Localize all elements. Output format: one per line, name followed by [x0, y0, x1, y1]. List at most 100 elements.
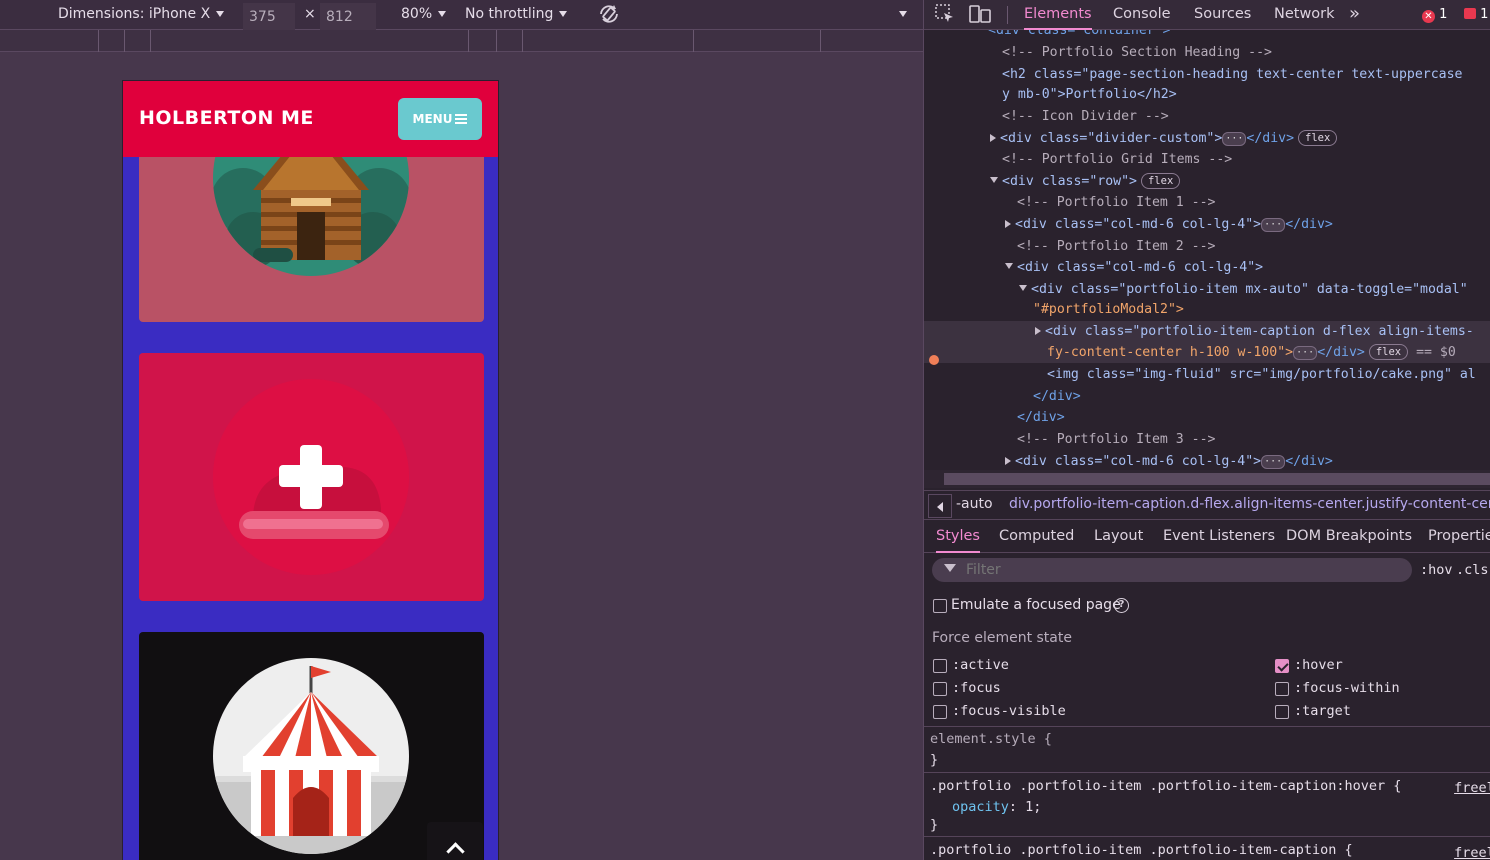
flex-badge[interactable]: flex	[1140, 173, 1181, 189]
ellipsis-icon[interactable]: ···	[1261, 455, 1286, 469]
tab-elements[interactable]: Elements	[1024, 0, 1092, 30]
rule-close: }	[930, 752, 939, 768]
dom-node[interactable]: <div class="col-md-6 col-lg-4"> ··· </div>	[924, 451, 1490, 470]
dom-node-selected[interactable]: <div class="portfolio-item-caption d-fle…	[924, 321, 1490, 342]
dom-comment[interactable]: <!-- Icon Divider -->	[924, 106, 1490, 127]
hov-toggle-button[interactable]: :hov	[1420, 562, 1453, 578]
css-property-name[interactable]: opacity	[952, 799, 1009, 815]
devtools-panel: Elements Console Sources Network » ✕ 1 1…	[923, 0, 1490, 860]
device-emulation-pane: Dimensions: iPhone X 375 × 812 80% No th…	[0, 0, 923, 860]
collapse-triangle-icon[interactable]	[1019, 285, 1027, 291]
breadcrumb-scroll-left-icon[interactable]	[928, 494, 952, 518]
dom-horizontal-scrollbar[interactable]	[924, 470, 1490, 488]
breakpoint-dot-icon[interactable]	[929, 355, 939, 365]
ellipsis-icon[interactable]: ···	[1261, 218, 1286, 232]
flex-badge[interactable]: flex	[1298, 130, 1338, 146]
dom-node[interactable]: </div>	[924, 407, 1490, 428]
dom-node[interactable]: <img class="img-fluid" src="img/portfoli…	[924, 364, 1490, 385]
cake-image	[213, 379, 409, 575]
rule-source-link[interactable]: freelan	[1454, 780, 1490, 796]
dom-comment[interactable]: <!-- Portfolio Item 1 -->	[924, 192, 1490, 213]
expand-triangle-icon[interactable]	[1035, 327, 1041, 335]
dom-comment[interactable]: <!-- Portfolio Grid Items -->	[924, 149, 1490, 170]
rule-close: }	[930, 817, 939, 833]
help-icon[interactable]: ?	[1114, 598, 1129, 613]
dom-node-selected[interactable]: fy-content-center h-100 w-100"> ··· </div>…	[924, 342, 1490, 363]
tab-styles[interactable]: Styles	[936, 521, 980, 553]
dom-node[interactable]: <div class="col-md-6 col-lg-4"> ··· </div>	[924, 214, 1490, 235]
media-query-ruler[interactable]	[0, 30, 923, 52]
portfolio-item-cake[interactable]	[139, 353, 484, 601]
zoom-label: 80%	[401, 6, 433, 22]
css-rule-element-style[interactable]: element.style { }	[924, 726, 1490, 772]
throttling-select[interactable]: No throttling	[465, 0, 568, 30]
tab-event-listeners[interactable]: Event Listeners	[1163, 521, 1275, 553]
device-viewport: HOLBERTON ME MENU	[122, 80, 499, 860]
dom-comment[interactable]: <!-- Portfolio Item 3 -->	[924, 429, 1490, 450]
dom-tree[interactable]: <div class="container"> <!-- Portfolio S…	[924, 30, 1490, 470]
error-icon: ✕	[1422, 10, 1435, 23]
zoom-select[interactable]: 80%	[401, 0, 447, 30]
state-target-checkbox[interactable]	[1275, 705, 1289, 719]
styles-filter-input[interactable]	[932, 558, 1412, 582]
dom-node[interactable]: <div class="divider-custom"> ··· </div> fle…	[924, 128, 1490, 149]
tab-layout[interactable]: Layout	[1094, 521, 1143, 553]
dom-node[interactable]: <div class="col-md-6 col-lg-4">	[924, 257, 1490, 278]
issues-counter[interactable]: 1	[1464, 7, 1488, 22]
dom-node-text: "#portfolioModal2">	[1033, 302, 1184, 317]
dom-node[interactable]: <div class="portfolio-item mx-auto" data…	[924, 279, 1490, 300]
breadcrumb-item[interactable]: -auto	[956, 496, 993, 512]
ellipsis-icon[interactable]: ···	[1222, 132, 1247, 146]
collapse-triangle-icon[interactable]	[1005, 263, 1013, 269]
dom-node[interactable]: <div class="row"> flex	[924, 171, 1490, 192]
flex-badge[interactable]: flex	[1368, 344, 1409, 360]
css-declaration[interactable]: opacity: 1;	[952, 799, 1041, 815]
site-brand[interactable]: HOLBERTON ME	[139, 107, 314, 129]
inspect-element-icon[interactable]	[934, 3, 956, 33]
device-toggle-icon[interactable]	[968, 3, 992, 33]
expand-triangle-icon[interactable]	[990, 134, 996, 142]
cls-toggle-button[interactable]: .cls	[1456, 562, 1489, 578]
tab-properties[interactable]: Properties	[1428, 521, 1490, 553]
issues-icon	[1464, 8, 1476, 19]
emulate-focus-checkbox[interactable]	[933, 599, 947, 613]
dom-node[interactable]: <div class="container">	[924, 30, 1490, 41]
scroll-to-top-button[interactable]	[427, 822, 483, 860]
more-tabs-button[interactable]: »	[1349, 0, 1360, 30]
rule-source-link[interactable]: freelan	[1454, 845, 1490, 860]
state-focus-checkbox[interactable]	[933, 682, 947, 696]
dom-node[interactable]: "#portfolioModal2">	[924, 299, 1490, 320]
dom-node-text: <img class="img-fluid" src="img/portfoli…	[1047, 367, 1476, 382]
state-active-checkbox[interactable]	[933, 659, 947, 673]
dom-node[interactable]: </div>	[924, 386, 1490, 407]
width-input[interactable]: 375	[243, 3, 295, 33]
tab-console[interactable]: Console	[1113, 0, 1171, 30]
tab-sources[interactable]: Sources	[1194, 0, 1251, 30]
dimensions-select[interactable]: Dimensions: iPhone X	[58, 0, 225, 30]
dom-comment[interactable]: <!-- Portfolio Section Heading -->	[924, 42, 1490, 63]
state-focus-within-checkbox[interactable]	[1275, 682, 1289, 696]
css-rule-hover[interactable]: .portfolio .portfolio-item .portfolio-it…	[924, 772, 1490, 836]
dom-node[interactable]: y mb-0">Portfolio</h2>	[924, 84, 1490, 105]
error-counter[interactable]: ✕ 1	[1422, 7, 1447, 23]
dom-comment[interactable]: <!-- Portfolio Item 2 -->	[924, 236, 1490, 257]
tab-network[interactable]: Network	[1274, 0, 1335, 30]
rotate-icon[interactable]	[597, 2, 621, 32]
state-focus-visible-checkbox[interactable]	[933, 705, 947, 719]
ellipsis-icon[interactable]: ···	[1293, 346, 1318, 360]
height-input[interactable]: 812	[320, 3, 376, 33]
expand-triangle-icon[interactable]	[1005, 220, 1011, 228]
dom-node[interactable]: <h2 class="page-section-heading text-cen…	[924, 64, 1490, 85]
collapse-triangle-icon[interactable]	[990, 177, 998, 183]
tab-computed[interactable]: Computed	[999, 521, 1074, 553]
scrollbar-thumb[interactable]	[944, 473, 1490, 485]
breadcrumb-item-current[interactable]: div.portfolio-item-caption.d-flex.align-…	[1009, 496, 1490, 512]
tab-dom-breakpoints[interactable]: DOM Breakpoints	[1286, 521, 1412, 553]
css-property-value[interactable]: 1;	[1025, 799, 1041, 815]
css-rule-caption[interactable]: .portfolio .portfolio-item .portfolio-it…	[924, 836, 1490, 860]
dom-node-text: <div class="divider-custom">	[1000, 131, 1223, 146]
expand-triangle-icon[interactable]	[1005, 457, 1011, 465]
state-hover-checkbox[interactable]	[1275, 659, 1289, 673]
menu-button[interactable]: MENU	[398, 98, 482, 140]
more-options-icon[interactable]	[893, 0, 907, 30]
